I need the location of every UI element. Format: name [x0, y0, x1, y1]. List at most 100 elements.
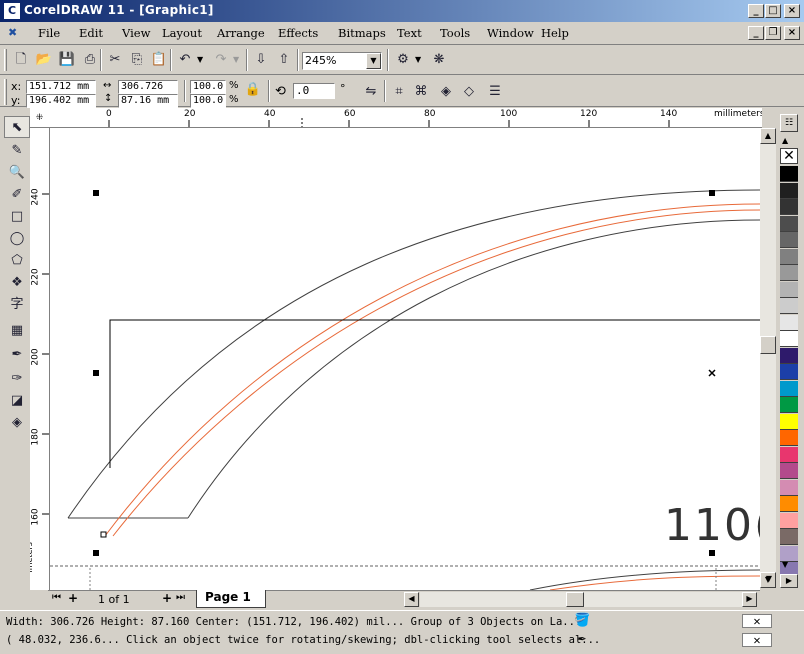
- vscroll-thumb[interactable]: [760, 336, 776, 354]
- close-button[interactable]: ×: [784, 4, 800, 18]
- save-icon[interactable]: 💾: [56, 49, 78, 71]
- print-icon[interactable]: ⎙: [79, 49, 101, 71]
- palette-expand-icon[interactable]: ▶: [780, 574, 798, 588]
- zoom-tool-icon[interactable]: 🔍: [4, 162, 30, 184]
- y-position-field[interactable]: 196.402 mm: [26, 94, 96, 108]
- vertical-ruler[interactable]: 240 220 200 180 160 millimeters: [30, 128, 50, 590]
- color-swatch[interactable]: [780, 446, 798, 463]
- new-icon[interactable]: 🗋: [10, 49, 32, 71]
- redo-dropdown-icon[interactable]: ▼: [233, 55, 239, 64]
- text-tool-icon[interactable]: 字: [4, 294, 30, 316]
- undo-dropdown-icon[interactable]: ▼: [197, 55, 203, 64]
- color-swatch[interactable]: [780, 430, 798, 446]
- paste-icon[interactable]: 📋: [148, 49, 170, 71]
- fill-tool-icon[interactable]: ◪: [4, 390, 30, 412]
- copy-icon[interactable]: ⎘: [126, 49, 148, 71]
- menu-view[interactable]: View: [122, 26, 150, 40]
- palette-scroll-down-icon[interactable]: ▼: [782, 560, 788, 569]
- menu-arrange[interactable]: Arrange: [217, 26, 265, 40]
- color-swatch[interactable]: [780, 166, 798, 182]
- last-page-icon[interactable]: ⏭: [176, 592, 185, 603]
- interactive-blend-icon[interactable]: ▦: [4, 320, 30, 342]
- zoom-dropdown-icon[interactable]: ▼: [366, 53, 381, 69]
- first-page-icon[interactable]: ⏮: [52, 592, 61, 603]
- vertical-scrollbar[interactable]: ▲ ▼: [760, 128, 776, 588]
- color-swatch[interactable]: [780, 298, 798, 314]
- menu-window[interactable]: Window: [487, 26, 534, 40]
- drawing-canvas[interactable]: 110(: [50, 128, 760, 590]
- shape-tool-icon[interactable]: ✎: [4, 140, 30, 162]
- break-apart-icon[interactable]: ◇: [458, 81, 480, 103]
- color-swatch[interactable]: [780, 364, 798, 380]
- rectangle-tool-icon[interactable]: □: [4, 206, 30, 228]
- x-position-field[interactable]: 151.712 mm: [26, 80, 96, 94]
- tab-page-1[interactable]: Page 1: [196, 590, 266, 608]
- color-swatch[interactable]: [780, 265, 798, 281]
- cut-icon[interactable]: ✂: [104, 49, 126, 71]
- pick-tool-icon[interactable]: ⬉: [4, 116, 30, 138]
- menu-tools[interactable]: Tools: [440, 26, 470, 40]
- color-swatch[interactable]: [780, 463, 798, 479]
- polygon-tool-icon[interactable]: ⬠: [4, 250, 30, 272]
- outline-color-swatch-none[interactable]: ✕: [742, 633, 772, 647]
- add-page-after-icon[interactable]: +: [162, 591, 172, 605]
- color-swatch[interactable]: [780, 479, 798, 496]
- outline-tool-icon[interactable]: ✑: [4, 368, 30, 390]
- ruler-origin-icon[interactable]: ⁜: [30, 108, 50, 128]
- color-swatch[interactable]: [780, 347, 798, 364]
- menu-layout[interactable]: Layout: [162, 26, 202, 40]
- color-swatch[interactable]: [780, 413, 798, 430]
- basic-shapes-icon[interactable]: ❖: [4, 272, 30, 294]
- color-swatch[interactable]: [780, 182, 798, 199]
- horizontal-ruler[interactable]: 20 0 20 40 60 80 100 120 140 millimeters: [48, 108, 762, 128]
- eyedropper-icon[interactable]: ✒: [4, 344, 30, 366]
- fill-indicator-icon[interactable]: 🪣: [574, 613, 590, 628]
- canvas-text-fragment[interactable]: 110(: [664, 500, 760, 551]
- width-field[interactable]: 306.726 m: [118, 80, 178, 104]
- menu-text[interactable]: Text: [397, 26, 422, 40]
- redo-icon[interactable]: ↷: [210, 49, 232, 71]
- color-swatch[interactable]: [780, 380, 798, 397]
- doc-minimize-button[interactable]: _: [748, 26, 764, 40]
- lock-ratio-icon[interactable]: 🔒: [242, 79, 264, 101]
- scale-x-field[interactable]: 100.0: [190, 80, 226, 94]
- color-swatch[interactable]: [780, 512, 798, 529]
- open-icon[interactable]: 📂: [33, 49, 55, 71]
- corel-online-icon[interactable]: ❋: [428, 49, 450, 71]
- combine-icon[interactable]: ◈: [435, 81, 457, 103]
- interactive-fill-icon[interactable]: ◈: [4, 412, 30, 434]
- application-launcher-icon[interactable]: ⚙: [392, 49, 414, 71]
- menu-bitmaps[interactable]: Bitmaps: [338, 26, 386, 40]
- color-swatch[interactable]: [780, 232, 798, 248]
- zoom-level-select[interactable]: 245% ▼: [302, 52, 382, 70]
- outline-indicator-icon[interactable]: ✒: [578, 631, 586, 646]
- color-swatch[interactable]: [780, 314, 798, 331]
- rotation-angle-field[interactable]: .0: [293, 83, 335, 99]
- maximize-button[interactable]: □: [765, 4, 781, 18]
- group-icon[interactable]: ⌗: [388, 81, 410, 103]
- menu-effects[interactable]: Effects: [278, 26, 318, 40]
- menu-edit[interactable]: Edit: [79, 26, 103, 40]
- scroll-down-end-icon[interactable]: ▼: [762, 574, 776, 590]
- no-fill-swatch[interactable]: ✕: [780, 148, 798, 164]
- color-swatch[interactable]: [780, 215, 798, 232]
- wrap-text-icon[interactable]: ☰: [484, 81, 506, 103]
- mirror-icon[interactable]: ⇋: [360, 81, 382, 103]
- ungroup-icon[interactable]: ⌘: [410, 81, 432, 103]
- scroll-left-button[interactable]: ◀: [404, 592, 419, 607]
- color-swatch[interactable]: [780, 331, 798, 347]
- scroll-right-button[interactable]: ▶: [742, 592, 757, 607]
- height-field[interactable]: 87.16 mm: [118, 94, 178, 108]
- document-icon[interactable]: ✖: [8, 26, 17, 39]
- freehand-tool-icon[interactable]: ✐: [4, 184, 30, 206]
- undo-icon[interactable]: ↶: [174, 49, 196, 71]
- scroll-up-button[interactable]: ▲: [760, 128, 776, 144]
- menu-file[interactable]: File: [38, 26, 60, 40]
- hscroll-thumb[interactable]: [566, 592, 584, 607]
- color-swatch[interactable]: [780, 248, 798, 265]
- doc-close-button[interactable]: ×: [784, 26, 800, 40]
- minimize-button[interactable]: _: [748, 4, 764, 18]
- doc-restore-button[interactable]: ❐: [765, 26, 781, 40]
- launcher-dropdown-icon[interactable]: ▼: [415, 55, 421, 64]
- color-swatch[interactable]: [780, 281, 798, 298]
